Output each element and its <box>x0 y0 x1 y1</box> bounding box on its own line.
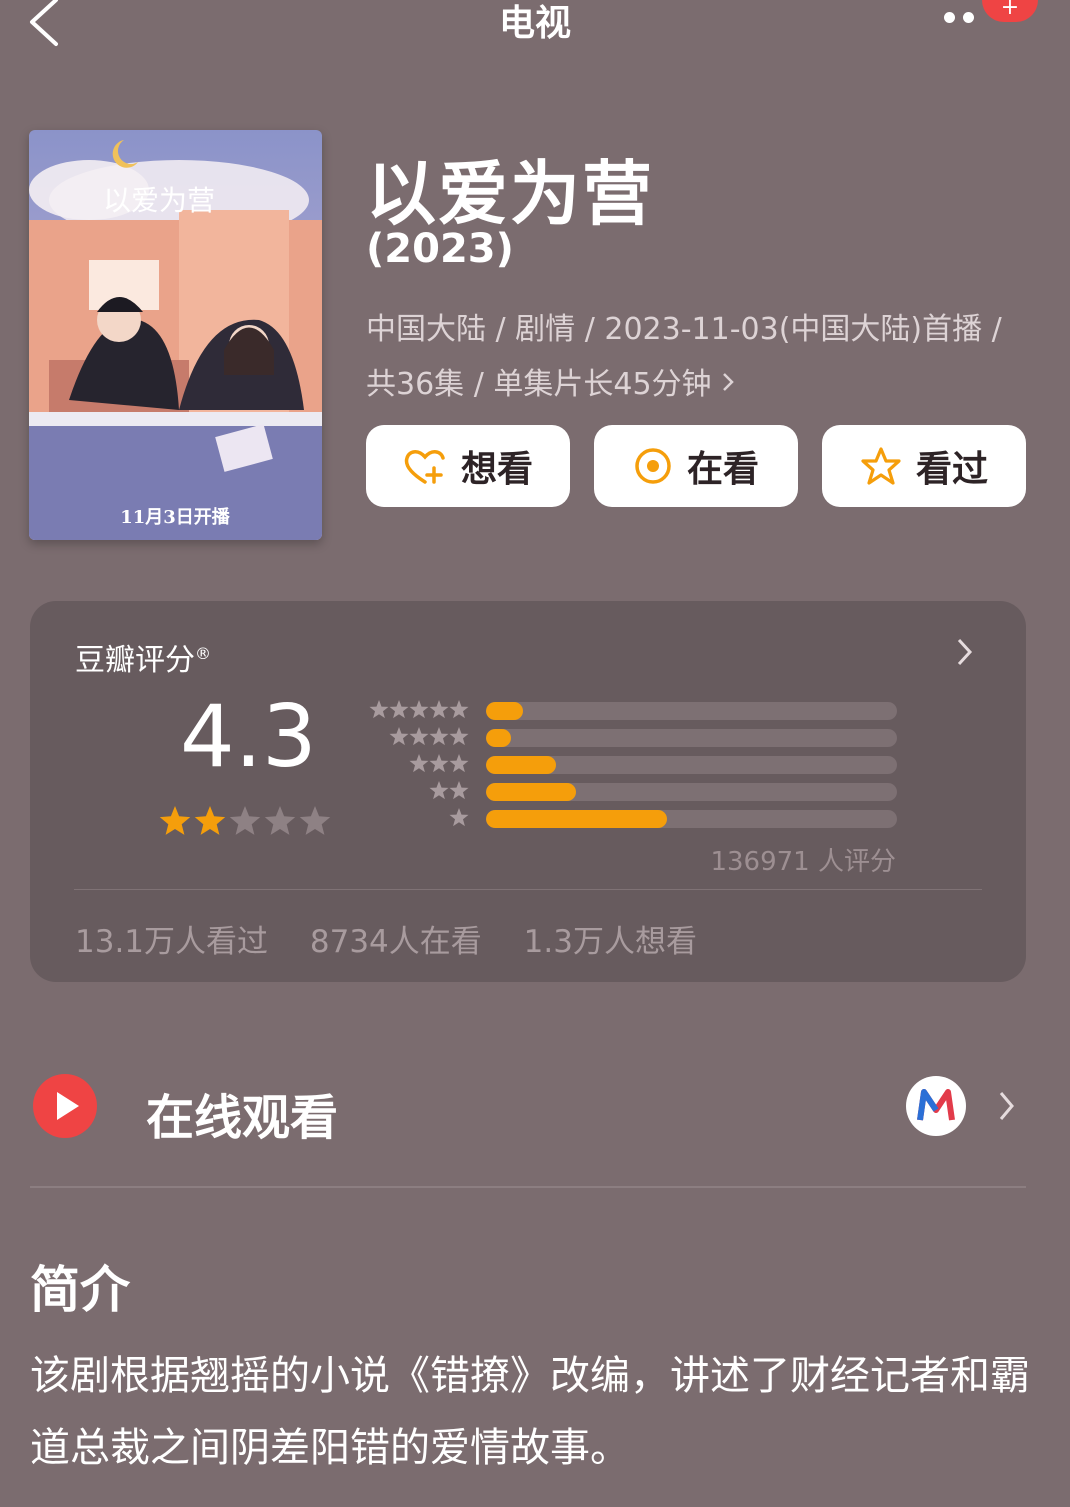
star-small-icon <box>409 754 429 773</box>
want-to-watch-button[interactable]: 想看 <box>366 425 570 507</box>
distribution-stars <box>429 781 469 800</box>
star-small-icon <box>389 727 409 746</box>
target-icon <box>635 448 671 484</box>
distribution-bar-track <box>486 810 897 828</box>
star-small-icon <box>369 700 389 719</box>
watched-count: 13.1万人看过 <box>75 924 269 960</box>
star-small-icon <box>449 808 469 827</box>
star-small-icon <box>389 700 409 719</box>
distribution-bar-track <box>486 702 897 720</box>
star-empty-icon <box>299 806 331 835</box>
star-filled-icon <box>159 806 191 835</box>
nav-title: 电视 <box>498 3 571 44</box>
watched-label: 看过 <box>915 449 988 490</box>
distribution-bar-fill <box>486 702 523 720</box>
rating-label: 豆瓣评分® <box>75 643 211 678</box>
star-empty-icon <box>229 806 261 835</box>
want-to-watch-label: 想看 <box>460 449 533 490</box>
star-small-icon <box>449 781 469 800</box>
heart-plus-icon <box>404 450 445 484</box>
divider <box>74 889 982 890</box>
show-year: (2023) <box>366 226 514 272</box>
star-small-icon <box>409 727 429 746</box>
chevron-right-icon <box>722 373 734 391</box>
distribution-bar-fill <box>486 783 577 801</box>
star-small-icon <box>429 781 449 800</box>
show-meta[interactable]: 中国大陆 / 剧情 / 2023-11-03(中国大陆)首播 / 共36集 / … <box>366 302 1006 412</box>
poster-image[interactable]: 以爱为营 11月3日开播 <box>29 130 322 540</box>
distribution-stars <box>449 808 469 827</box>
more-button[interactable] <box>944 8 984 23</box>
play-icon <box>33 1074 97 1138</box>
chevron-right-icon <box>957 638 973 666</box>
star-small-icon <box>449 727 469 746</box>
distribution-bar-track <box>486 756 897 774</box>
show-meta-text: 中国大陆 / 剧情 / 2023-11-03(中国大陆)首播 / 共36集 / … <box>366 312 1002 402</box>
chevron-right-icon <box>999 1092 1014 1120</box>
poster-title: 以爱为营 <box>103 184 215 217</box>
watched-button[interactable]: 看过 <box>822 425 1026 507</box>
star-small-icon <box>429 754 449 773</box>
star-empty-icon <box>264 806 296 835</box>
score-stars <box>159 806 331 835</box>
star-small-icon <box>449 754 469 773</box>
want-count: 1.3万人想看 <box>523 924 697 960</box>
intro-heading: 简介 <box>30 1261 130 1319</box>
distribution-bar-fill <box>486 756 556 774</box>
distribution-bar-fill <box>486 810 667 828</box>
star-small-icon <box>429 700 449 719</box>
star-filled-icon <box>194 806 226 835</box>
distribution-stars <box>409 754 469 773</box>
star-outline-icon <box>861 447 901 485</box>
divider <box>30 1186 1026 1188</box>
distribution-stars <box>389 727 469 746</box>
more-dot-icon <box>963 12 974 23</box>
star-small-icon <box>409 700 429 719</box>
watching-count: 8734人在看 <box>309 924 482 960</box>
raters-count: 136971 人评分 <box>710 847 896 877</box>
online-watch-row[interactable]: 在线观看 <box>0 1060 1070 1160</box>
online-watch-label: 在线观看 <box>146 1090 339 1146</box>
distribution-bar-fill <box>486 729 511 747</box>
rating-card[interactable]: 豆瓣评分® 4.3 136971 人评分 13.1万人看过 8734人在看 1.… <box>30 601 1026 982</box>
mango-tv-icon[interactable] <box>906 1076 966 1136</box>
more-dot-icon <box>944 12 955 23</box>
star-small-icon <box>429 727 449 746</box>
poster-caption: 11月3日开播 <box>120 506 231 528</box>
nav-bar: 电视 + <box>0 0 1070 60</box>
watching-label: 在看 <box>686 449 759 490</box>
star-small-icon <box>449 700 469 719</box>
show-title: 以爱为营 <box>366 153 654 235</box>
intro-text: 该剧根据翘摇的小说《错撩》改编，讲述了财经记者和霸道总裁之间阴差阳错的爱情故事。 <box>30 1353 1030 1471</box>
watching-button[interactable]: 在看 <box>594 425 798 507</box>
audience-counts: 13.1万人看过 8734人在看 1.3万人想看 <box>75 916 729 961</box>
distribution-bar-track <box>486 783 897 801</box>
distribution-bar-track <box>486 729 897 747</box>
distribution-stars <box>369 700 469 719</box>
rating-score: 4.3 <box>180 687 317 787</box>
